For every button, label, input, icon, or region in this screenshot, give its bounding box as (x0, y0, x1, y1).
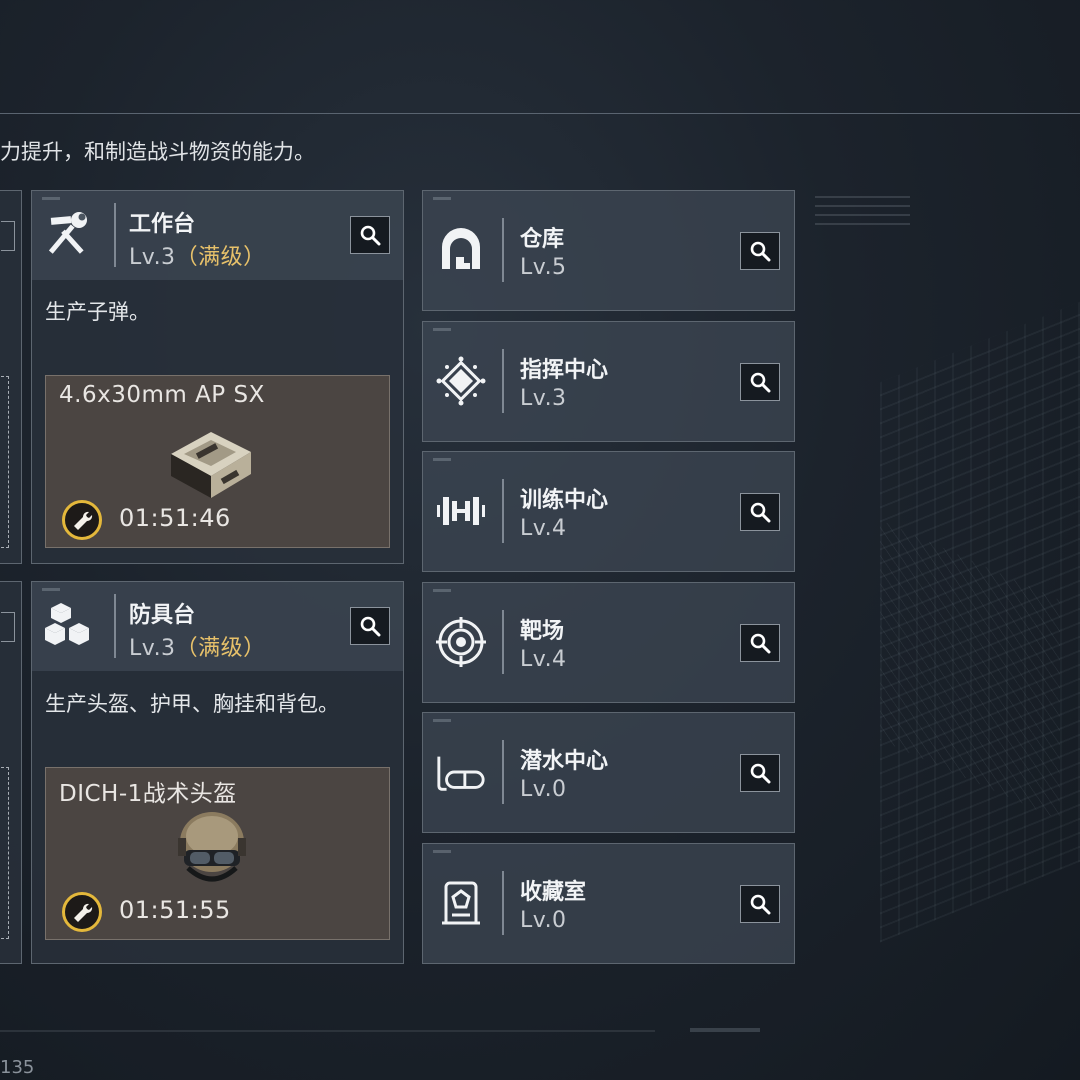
armor-bench-header: 防具台 Lv.3（满级） (32, 582, 403, 671)
collection-icon (435, 877, 487, 929)
diving-mask-icon (435, 746, 487, 798)
armor-bench-title: 防具台 (129, 603, 196, 628)
facility-card[interactable]: 仓库 Lv.5 (422, 190, 795, 311)
workbench-title: 工作台 (129, 212, 196, 237)
facility-search-button[interactable] (740, 232, 780, 270)
workbench-craft-slot[interactable]: 4.6x30mm AP SX 01:51:46 (45, 375, 390, 548)
facility-search-button[interactable] (740, 493, 780, 531)
facility-search-button[interactable] (740, 362, 780, 401)
ammo-box-image (166, 424, 256, 508)
blocks-icon (42, 598, 94, 650)
workbench-description: 生产子弹。 (45, 300, 150, 324)
command-center-icon (435, 355, 487, 407)
workbench-level: Lv.3（满级） (129, 245, 266, 270)
warehouse-icon (435, 224, 487, 276)
dumbbell-icon (435, 485, 487, 537)
helmet-image (176, 808, 248, 898)
craft-timer-icon (62, 892, 102, 932)
search-icon (750, 372, 771, 392)
wrench-icon (74, 511, 93, 530)
search-icon (360, 225, 381, 246)
hammer-wrench-icon (42, 207, 94, 259)
facility-title: 靶场 (520, 618, 565, 644)
facility-search-button[interactable] (740, 884, 780, 923)
max-level-tag: （满级） (175, 245, 266, 270)
facility-level: Lv.4 (520, 516, 567, 541)
footer-scrollbar[interactable] (0, 1030, 655, 1032)
facility-level: Lv.3 (520, 385, 567, 411)
facility-search-button[interactable] (740, 754, 780, 792)
facility-level: Lv.0 (520, 777, 567, 802)
armor-bench-craft-slot[interactable]: DICH-1战术头盔 01:51:55 (45, 767, 390, 940)
armor-bench-description: 生产头盔、护甲、胸挂和背包。 (45, 692, 339, 716)
hud-decoration (815, 196, 910, 232)
craft-timer-icon (62, 500, 102, 540)
armor-bench-level: Lv.3（满级） (129, 636, 266, 661)
page-description: 力提升，和制造战斗物资的能力。 (0, 140, 315, 164)
facility-card[interactable]: 收藏室 Lv.0 (422, 842, 795, 964)
facility-level: Lv.4 (520, 646, 567, 672)
facility-title: 仓库 (520, 227, 565, 252)
wrench-icon (74, 903, 93, 922)
workbench-search-button[interactable] (350, 216, 390, 254)
search-icon (750, 502, 771, 523)
workbench-header: 工作台 Lv.3（满级） (32, 191, 403, 280)
craft-item-name: 4.6x30mm AP SX (59, 382, 265, 408)
footer-scroll-thumb[interactable] (690, 1028, 760, 1032)
facility-level: Lv.0 (520, 907, 567, 933)
search-icon (750, 894, 771, 914)
search-icon (360, 616, 381, 637)
facility-level: Lv.5 (520, 255, 567, 280)
armor-bench-search-button[interactable] (350, 607, 390, 645)
craft-timer: 01:51:55 (119, 896, 231, 924)
craft-timer: 01:51:46 (119, 504, 231, 532)
facility-title: 收藏室 (520, 879, 587, 905)
armor-bench-card[interactable]: 防具台 Lv.3（满级） 生产头盔、护甲、胸挂和背包。 DICH-1战术头盔 0… (31, 581, 404, 964)
facility-title: 训练中心 (520, 488, 609, 513)
craft-item-name: DICH-1战术头盔 (59, 781, 237, 807)
target-icon (435, 616, 487, 668)
max-level-tag: （满级） (175, 636, 266, 661)
search-icon (750, 633, 771, 653)
facility-search-button[interactable] (740, 623, 780, 662)
footer-number: 135 (0, 1057, 35, 1078)
facility-title: 潜水中心 (520, 749, 609, 774)
header-divider (0, 113, 1080, 114)
facility-card[interactable]: 潜水中心 Lv.0 (422, 712, 795, 833)
facility-card[interactable]: 训练中心 Lv.4 (422, 451, 795, 572)
facility-title: 指挥中心 (520, 357, 609, 383)
facility-card[interactable]: 指挥中心 Lv.3 (422, 320, 795, 442)
search-icon (750, 241, 771, 262)
search-icon (750, 763, 771, 784)
offscreen-card-top (0, 190, 22, 564)
facility-card[interactable]: 靶场 Lv.4 (422, 581, 795, 703)
workbench-card[interactable]: 工作台 Lv.3（满级） 生产子弹。 4.6x30mm AP SX 01:51:… (31, 190, 404, 564)
offscreen-card-bottom (0, 581, 22, 964)
